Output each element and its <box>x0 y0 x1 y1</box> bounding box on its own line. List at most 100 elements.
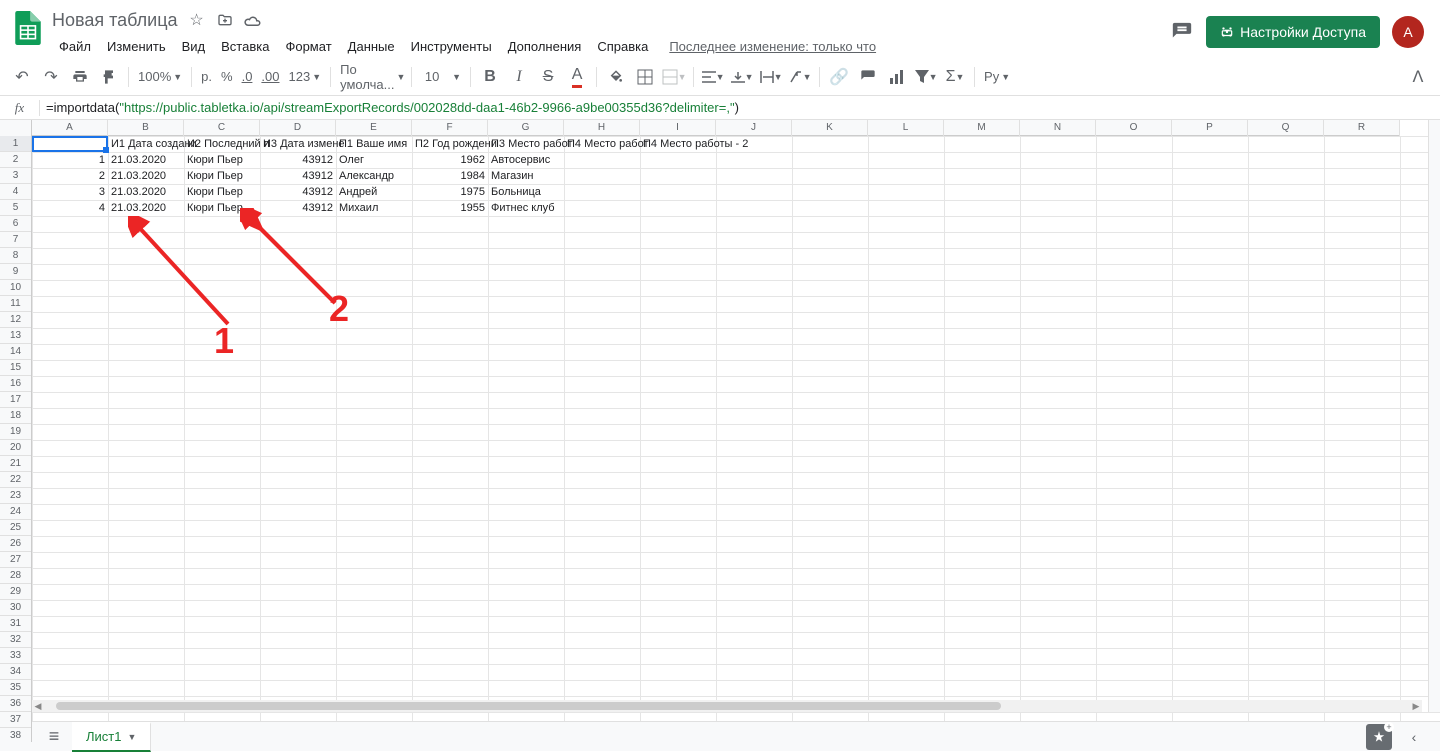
row-header[interactable]: 12 <box>0 312 31 328</box>
data-cell[interactable]: 2 <box>32 168 108 184</box>
row-header[interactable]: 4 <box>0 184 31 200</box>
comment-icon[interactable] <box>1170 20 1194 44</box>
column-header[interactable]: H <box>564 120 640 136</box>
data-cell[interactable]: Больница <box>488 184 564 200</box>
data-cell[interactable]: Олег <box>336 152 412 168</box>
data-cell[interactable]: Кюри Пьер <box>184 168 260 184</box>
document-title[interactable]: Новая таблица <box>52 10 178 31</box>
row-header[interactable]: 22 <box>0 472 31 488</box>
header-cell[interactable]: П4 Место работ <box>564 136 640 152</box>
zoom-dropdown[interactable]: 100%▼ <box>134 69 186 84</box>
column-header[interactable]: Q <box>1248 120 1324 136</box>
data-cell[interactable]: 1962 <box>412 152 488 168</box>
data-cell[interactable]: 43912 <box>260 200 336 216</box>
data-cell[interactable]: 3 <box>32 184 108 200</box>
data-cell[interactable]: 21.03.2020 <box>108 184 184 200</box>
data-cell[interactable]: Кюри Пьер <box>184 152 260 168</box>
row-header[interactable]: 29 <box>0 584 31 600</box>
column-header[interactable]: P <box>1172 120 1248 136</box>
currency-button[interactable]: р. <box>197 69 216 84</box>
menu-item[interactable]: Изменить <box>100 37 173 56</box>
all-sheets-button[interactable]: ≡ <box>36 722 72 752</box>
sheet-tab[interactable]: Лист1▼ <box>72 722 151 752</box>
font-dropdown[interactable]: По умолча...▼ <box>336 62 406 92</box>
chart-button[interactable] <box>883 63 911 91</box>
data-cell[interactable]: 1 <box>32 152 108 168</box>
font-size-dropdown[interactable]: ▼ <box>448 72 465 82</box>
collapse-toolbar-icon[interactable]: ᐱ <box>1404 63 1432 91</box>
menu-item[interactable]: Инструменты <box>404 37 499 56</box>
row-header[interactable]: 21 <box>0 456 31 472</box>
header-cell[interactable]: И1 Дата создани <box>108 136 184 152</box>
row-header[interactable]: 35 <box>0 680 31 696</box>
column-header[interactable]: B <box>108 120 184 136</box>
comment-button[interactable] <box>854 63 882 91</box>
column-header[interactable]: C <box>184 120 260 136</box>
fx-label[interactable]: fx <box>0 100 40 116</box>
row-header[interactable]: 37 <box>0 712 31 728</box>
row-header[interactable]: 10 <box>0 280 31 296</box>
spreadsheet-grid[interactable]: ABCDEFGHIJKLMNOPQR 123456789101112131415… <box>0 120 1440 742</box>
row-header[interactable]: 27 <box>0 552 31 568</box>
row-header[interactable]: 7 <box>0 232 31 248</box>
row-header[interactable]: 2 <box>0 152 31 168</box>
header-cell[interactable]: П2 Год рождени <box>412 136 488 152</box>
row-header[interactable]: 30 <box>0 600 31 616</box>
row-header[interactable]: 8 <box>0 248 31 264</box>
column-header[interactable]: N <box>1020 120 1096 136</box>
account-avatar[interactable]: A <box>1392 16 1424 48</box>
data-cell[interactable]: 1984 <box>412 168 488 184</box>
vertical-scrollbar[interactable] <box>1428 120 1440 712</box>
data-cell[interactable]: 4 <box>32 200 108 216</box>
row-header[interactable]: 5 <box>0 200 31 216</box>
row-header[interactable]: 11 <box>0 296 31 312</box>
filter-button[interactable]: ▼ <box>912 63 940 91</box>
row-header[interactable]: 25 <box>0 520 31 536</box>
cloud-icon[interactable] <box>244 11 262 29</box>
header-cell[interactable]: П4 Место работы - 2 <box>640 136 716 152</box>
data-cell[interactable]: 21.03.2020 <box>108 200 184 216</box>
number-format-dropdown[interactable]: 123▼ <box>285 69 326 84</box>
strikethrough-button[interactable]: S <box>534 63 562 91</box>
column-header[interactable]: R <box>1324 120 1400 136</box>
row-header[interactable]: 19 <box>0 424 31 440</box>
row-header[interactable]: 36 <box>0 696 31 712</box>
bold-button[interactable]: B <box>476 63 504 91</box>
column-header[interactable]: J <box>716 120 792 136</box>
select-all-corner[interactable] <box>0 120 32 136</box>
row-header[interactable]: 17 <box>0 392 31 408</box>
row-header[interactable]: 33 <box>0 648 31 664</box>
data-cell[interactable]: Автосервис <box>488 152 564 168</box>
formula-input[interactable]: =importdata("https://public.tabletka.io/… <box>40 100 1440 116</box>
column-header[interactable]: K <box>792 120 868 136</box>
row-header[interactable]: 26 <box>0 536 31 552</box>
data-cell[interactable]: 43912 <box>260 184 336 200</box>
row-header[interactable]: 32 <box>0 632 31 648</box>
decrease-decimal-button[interactable]: .0 <box>238 69 257 84</box>
borders-button[interactable] <box>631 63 659 91</box>
undo-button[interactable]: ↶ <box>8 63 36 91</box>
column-header[interactable]: A <box>32 120 108 136</box>
header-cell[interactable]: Номер <box>32 136 108 152</box>
share-button[interactable]: Настройки Доступа <box>1206 16 1380 48</box>
explore-button[interactable] <box>1366 724 1392 750</box>
data-cell[interactable]: Михаил <box>336 200 412 216</box>
data-cell[interactable]: 43912 <box>260 168 336 184</box>
data-cell[interactable]: Кюри Пьер <box>184 184 260 200</box>
valign-button[interactable]: ▼ <box>728 63 756 91</box>
row-header[interactable]: 38 <box>0 728 31 742</box>
data-cell[interactable]: 1975 <box>412 184 488 200</box>
text-color-button[interactable]: A <box>563 63 591 91</box>
column-header[interactable]: L <box>868 120 944 136</box>
row-header[interactable]: 28 <box>0 568 31 584</box>
header-cell[interactable]: И3 Дата измене <box>260 136 336 152</box>
italic-button[interactable]: I <box>505 63 533 91</box>
menu-item[interactable]: Вставка <box>214 37 276 56</box>
row-header[interactable]: 9 <box>0 264 31 280</box>
row-header[interactable]: 15 <box>0 360 31 376</box>
row-header[interactable]: 18 <box>0 408 31 424</box>
data-cell[interactable]: Магазин <box>488 168 564 184</box>
sheets-logo[interactable] <box>8 8 48 48</box>
menu-item[interactable]: Справка <box>590 37 655 56</box>
horizontal-scrollbar[interactable]: ◀▶ <box>32 700 1422 712</box>
